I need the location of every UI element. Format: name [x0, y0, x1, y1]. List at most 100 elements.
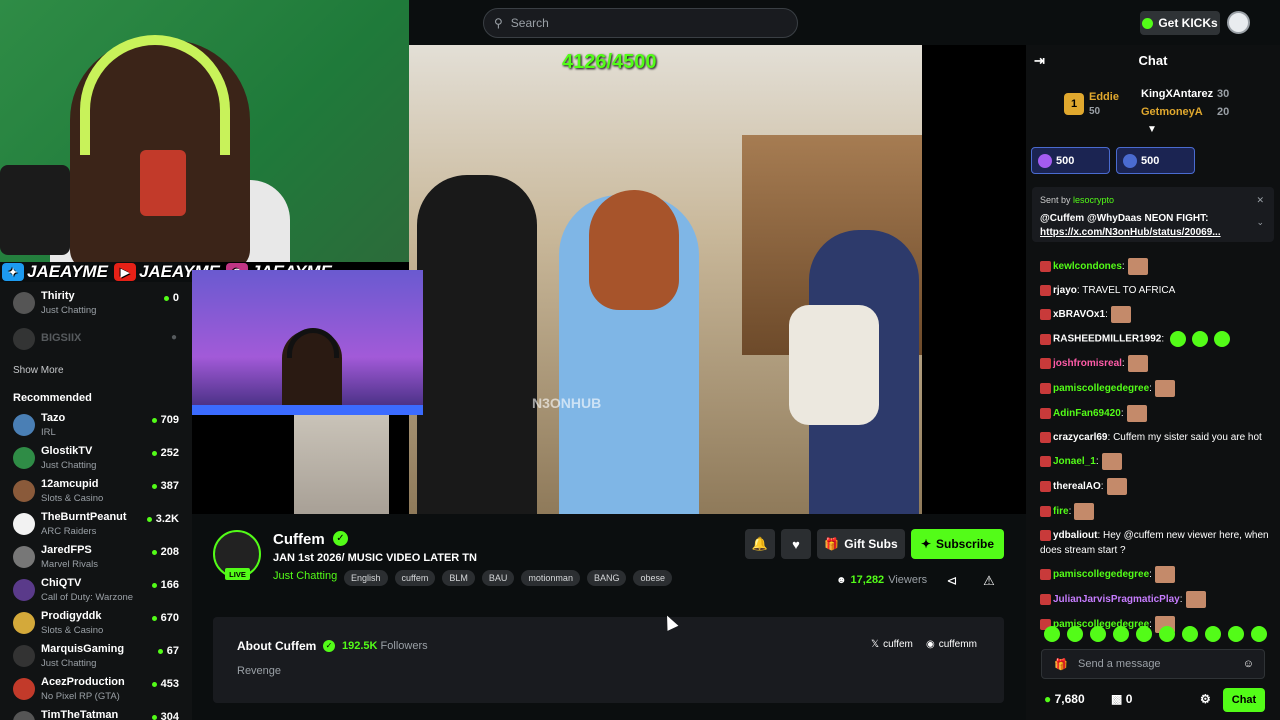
emote-icon — [1182, 626, 1198, 642]
stream-tags: English cuffem BLM BAU motionman BANG obese — [344, 570, 672, 586]
chat-footer: ● 7,680 ▩ 0 ⚙ Chat — [1026, 686, 1280, 716]
share-button[interactable]: ⊲ — [940, 569, 964, 593]
chat-username[interactable]: pamiscollegedegree — [1053, 383, 1149, 394]
sidebar-item-viewers: 208 — [152, 546, 179, 558]
stream-tag[interactable]: English — [344, 570, 388, 586]
emote-icon — [1170, 331, 1187, 347]
user-badge-icon — [1040, 569, 1051, 580]
follow-button[interactable]: ♥ — [781, 529, 811, 559]
report-button[interactable]: ⚠ — [977, 569, 1001, 593]
sidebar-item-name: GlostikTV — [41, 445, 93, 457]
sidebar-item-name: MarquisGaming — [41, 643, 125, 655]
viewers-icon: ☻ — [836, 574, 847, 586]
chat-username[interactable]: crazycarl69 — [1053, 432, 1108, 443]
search-input[interactable]: ⚲ Search — [483, 8, 798, 38]
emote-icon — [1044, 626, 1060, 642]
emote-icon — [1126, 405, 1147, 422]
emote-icon — [1159, 626, 1175, 642]
chat-input[interactable]: 🎁 Send a message ☺ — [1041, 649, 1265, 679]
chat-message: fire: — [1040, 503, 1276, 520]
channel-name[interactable]: Cuffem — [273, 531, 325, 548]
sidebar-item-recommended[interactable]: AcezProduction No Pixel RP (GTA) 453 — [13, 674, 183, 704]
chat-username[interactable]: rjayo — [1053, 285, 1077, 296]
pinned-message[interactable]: Sent by lesocrypto @Cuffem @WhyDaas NEON… — [1032, 187, 1274, 242]
show-more-link[interactable]: Show More — [13, 365, 64, 376]
avatar — [13, 414, 35, 436]
emote-icon — [1154, 380, 1175, 397]
user-avatar[interactable] — [1227, 11, 1250, 34]
goal-pill-2[interactable]: 500 — [1116, 147, 1195, 174]
stream-tag[interactable]: BLM — [442, 570, 475, 586]
avatar — [13, 645, 35, 667]
chat-text: TRAVEL TO AFRICA — [1082, 285, 1176, 296]
chat-send-button[interactable]: Chat — [1223, 688, 1265, 712]
sidebar-item-name: TheBurntPeanut — [41, 511, 127, 523]
sidebar-following-thirity[interactable]: Thirity Just Chatting 0 — [13, 288, 183, 318]
chat-username[interactable]: kewlcondones — [1053, 261, 1122, 272]
sidebar-item-recommended[interactable]: TheBurntPeanut ARC Raiders 3.2K — [13, 509, 183, 539]
sidebar-item-recommended[interactable]: 12amcupid Slots & Casino 387 — [13, 476, 183, 506]
emote-icon — [1113, 626, 1129, 642]
stream-tag[interactable]: BAU — [481, 570, 515, 586]
stream-tag[interactable]: motionman — [521, 570, 580, 586]
chat-username[interactable]: therealAO — [1053, 481, 1101, 492]
emote-icon — [1136, 626, 1152, 642]
x-link[interactable]: 𝕏cuffem — [871, 639, 913, 650]
avatar — [13, 579, 35, 601]
notification-bell-button[interactable]: 🔔 — [745, 529, 775, 559]
emote-icon — [1228, 626, 1244, 642]
twitter-handle: ✦ JAEAYME — [2, 262, 108, 282]
gem-icon — [1038, 153, 1052, 168]
get-kicks-button[interactable]: Get KICKs — [1140, 11, 1220, 35]
chat-message: pamiscollegedegree: — [1040, 380, 1276, 397]
user-badge-icon — [1040, 529, 1051, 541]
about-title: About Cuffem — [237, 639, 317, 653]
stream-tag[interactable]: obese — [633, 570, 672, 586]
chat-username[interactable]: Jonael_1 — [1053, 456, 1096, 467]
sidebar-item-recommended[interactable]: Prodigyddk Slots & Casino 670 — [13, 608, 183, 638]
chat-username[interactable]: AdinFan69420 — [1053, 408, 1121, 419]
sidebar-item-category: Just Chatting — [41, 658, 97, 669]
sidebar-item-name: AcezProduction — [41, 676, 125, 688]
sidebar-item-recommended[interactable]: Tazo IRL 709 — [13, 410, 183, 440]
sidebar-item-recommended[interactable]: JaredFPS Marvel Rivals 208 — [13, 542, 183, 572]
sidebar-following-bigsiix[interactable]: BIGSIIX ● — [13, 324, 183, 354]
gift-subs-button[interactable]: 🎁 Gift Subs — [817, 529, 905, 559]
chat-username[interactable]: joshfromisreal — [1053, 358, 1122, 369]
instagram-link[interactable]: ◉ cuffemm — [926, 639, 977, 650]
sidebar-item-name: ChiQTV — [41, 577, 82, 589]
sidebar-item-recommended[interactable]: TimTheTatman 304 — [13, 707, 183, 720]
expand-icon[interactable]: ▼ — [1147, 124, 1157, 135]
stream-tag[interactable]: cuffem — [394, 570, 436, 586]
star-icon: ✦ — [920, 537, 932, 551]
sidebar-item-viewers: 304 — [152, 711, 179, 720]
pinned-link[interactable]: https://x.com/N3onHub/status/20069... — [1040, 227, 1221, 238]
chat-username[interactable]: JulianJarvisPragmaticPlay — [1053, 594, 1180, 605]
collapse-chat-icon[interactable]: ⇥ — [1034, 45, 1045, 77]
follower-count: 192.5K Followers — [342, 640, 428, 652]
chat-username[interactable]: RASHEEDMILLER1992 — [1053, 334, 1161, 345]
chevron-down-icon[interactable]: ⌄ — [1256, 217, 1264, 228]
gifts-display[interactable]: ▩ 0 — [1111, 692, 1132, 706]
chat-message: JulianJarvisPragmaticPlay: — [1040, 591, 1276, 608]
avatar — [13, 328, 35, 350]
settings-icon[interactable]: ⚙ — [1200, 692, 1211, 706]
stream-category[interactable]: Just Chatting — [273, 570, 337, 582]
chat-header: ⇥ Chat — [1026, 45, 1280, 77]
sidebar-item-name: Prodigyddk — [41, 610, 102, 622]
chat-username[interactable]: pamiscollegedegree — [1053, 569, 1149, 580]
chat-username[interactable]: fire — [1053, 506, 1069, 517]
chat-panel: ⇥ Chat 1 Eddie 50 KingXAntarez 30 Getmon… — [1026, 45, 1280, 720]
subscribe-button[interactable]: ✦ Subscribe — [911, 529, 1004, 559]
stream-tag[interactable]: BANG — [586, 570, 627, 586]
sidebar-item-recommended[interactable]: ChiQTV Call of Duty: Warzone 166 — [13, 575, 183, 605]
emote-bar[interactable] — [1044, 626, 1267, 642]
search-placeholder: Search — [510, 16, 549, 30]
goal-pill-1[interactable]: 500 — [1031, 147, 1110, 174]
points-display[interactable]: ● 7,680 — [1044, 692, 1085, 706]
chat-username[interactable]: xBRAVOx1 — [1053, 309, 1105, 320]
video-watermark: N3ONHUB — [532, 395, 602, 411]
chat-username[interactable]: ydbaliout — [1053, 530, 1097, 541]
sidebar-item-recommended[interactable]: MarquisGaming Just Chatting 67 — [13, 641, 183, 671]
sidebar-item-recommended[interactable]: GlostikTV Just Chatting 252 — [13, 443, 183, 473]
